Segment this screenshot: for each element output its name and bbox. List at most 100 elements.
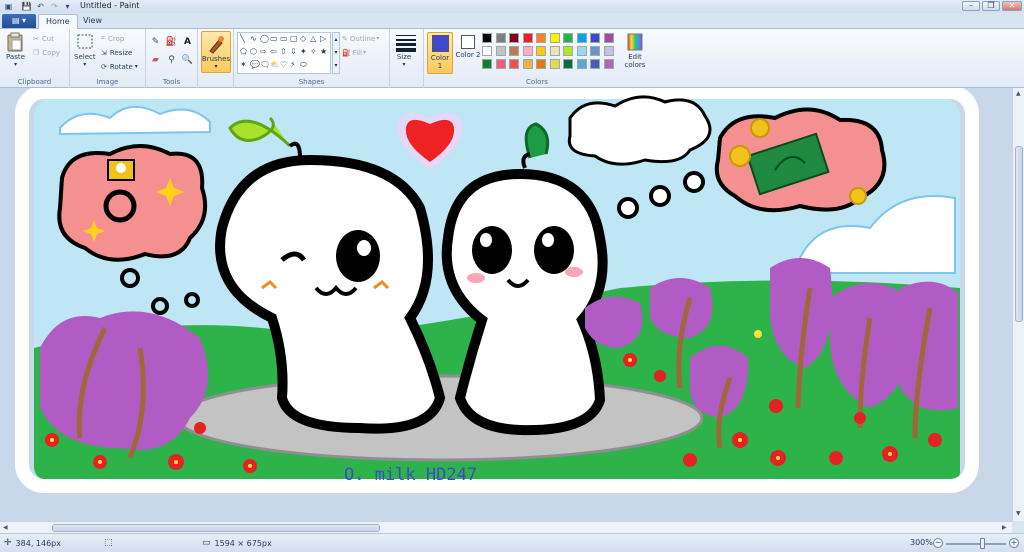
shape-option-icon[interactable]: ★ [320,47,327,56]
outline-button[interactable]: ✎ Outline ▾ [342,33,379,44]
palette-swatch[interactable] [509,46,519,56]
shape-option-icon[interactable]: ⇧ [280,47,287,56]
shape-option-icon[interactable]: ⇩ [290,47,297,56]
zoom-slider-thumb[interactable] [980,538,985,549]
shape-option-icon[interactable]: ✧ [310,47,317,56]
palette-swatch[interactable] [482,33,492,43]
undo-icon[interactable]: ↶ [36,2,45,11]
palette-swatch[interactable] [576,33,587,43]
shape-option-icon[interactable]: 🗨 [260,60,270,69]
palette-swatch[interactable] [522,59,533,69]
scroll-right-icon[interactable]: ▶ [1002,524,1007,531]
palette-swatch[interactable] [563,46,573,56]
zoom-out-button[interactable]: − [933,538,943,548]
paste-button[interactable]: Paste ▾ [6,32,25,68]
palette-swatch[interactable] [495,59,506,69]
magnifier-icon[interactable]: 🔍 [181,54,194,67]
scroll-down-icon[interactable]: ▼ [1016,510,1021,517]
shape-option-icon[interactable]: ⇨ [260,47,267,56]
palette-swatch[interactable] [576,46,587,56]
resize-button[interactable]: ⇲ Resize [101,47,132,58]
palette-swatch[interactable] [509,59,519,69]
palette-swatch[interactable] [590,46,600,56]
shape-option-icon[interactable]: ∿ [250,34,257,43]
minimize-button[interactable]: – [962,1,980,11]
paste-dropdown-icon[interactable]: ▾ [14,61,17,68]
scroll-up-icon[interactable]: ▲ [1016,90,1021,97]
shape-option-icon[interactable]: ✶ [240,60,247,69]
tab-view[interactable]: View [76,14,109,29]
vertical-scrollbar[interactable]: ▲ ▼ [1012,88,1024,521]
shape-option-icon[interactable]: ⚡ [290,60,296,69]
paint-app-icon[interactable]: ▣ [4,2,13,11]
palette-swatch[interactable] [603,33,614,43]
select-button[interactable]: Select ▾ [74,32,96,68]
file-menu-button[interactable]: ▤ ▾ [2,14,36,28]
palette-swatch[interactable] [549,33,560,43]
copy-button[interactable]: ❐ Copy [33,47,60,58]
shape-option-icon[interactable]: ▭ [280,34,288,43]
select-dropdown-icon[interactable]: ▾ [83,61,86,68]
palette-swatch[interactable] [576,59,587,69]
palette-swatch[interactable] [482,59,492,69]
palette-swatch[interactable] [563,33,573,43]
shape-option-icon[interactable]: ♡ [280,60,287,69]
redo-icon[interactable]: ↷ [50,2,59,11]
quick-access-dropdown-icon[interactable]: ▾ [63,2,72,11]
shape-option-icon[interactable]: 💬 [250,60,260,69]
shape-option-icon[interactable]: ✦ [300,47,307,56]
palette-swatch[interactable] [482,46,492,56]
palette-swatch[interactable] [522,33,533,43]
palette-swatch[interactable] [495,46,506,56]
cut-button[interactable]: ✂ Cut [33,33,54,44]
palette-swatch[interactable] [563,59,573,69]
palette-swatch[interactable] [536,59,546,69]
zoom-slider-track[interactable] [946,543,1006,545]
palette-swatch[interactable] [509,33,519,43]
shape-option-icon[interactable]: ▭ [270,34,278,43]
save-icon[interactable]: 💾 [22,2,32,11]
edit-colors-button[interactable]: Edit colors [622,32,648,69]
palette-swatch[interactable] [603,59,614,69]
shape-option-icon[interactable]: △ [310,34,316,43]
horizontal-scrollbar[interactable]: ◀ ▶ [0,521,1012,533]
rotate-dropdown-icon[interactable]: ▾ [135,63,138,70]
shapes-gallery-scroll[interactable]: ▴ ▾ ▾ [332,32,340,74]
brushes-dropdown-icon[interactable]: ▾ [214,63,217,70]
crop-button[interactable]: ⌗ Crop [101,33,124,44]
palette-swatch[interactable] [549,46,560,56]
pencil-icon[interactable]: ✎ [149,36,162,49]
shape-option-icon[interactable]: ⛅ [270,60,280,69]
vertical-scroll-thumb[interactable] [1015,146,1023,322]
horizontal-scroll-thumb[interactable] [52,524,380,532]
rotate-button[interactable]: ⟳ Rotate ▾ [101,61,138,72]
palette-swatch[interactable] [590,59,600,69]
palette-swatch[interactable] [549,59,560,69]
palette-swatch[interactable] [536,46,546,56]
shape-option-icon[interactable]: ⬡ [250,47,257,56]
shape-option-icon[interactable]: ╲ [240,34,245,43]
shape-option-icon[interactable]: ⬭ [300,60,307,70]
canvas-workspace[interactable]: O. milk HD247 [0,88,1012,521]
palette-swatch[interactable] [522,46,533,56]
fill-icon[interactable]: ⛽ [165,36,178,49]
palette-swatch[interactable] [536,33,546,43]
shape-option-icon[interactable]: ▢ [290,34,298,43]
palette-swatch[interactable] [603,46,614,56]
fill-button[interactable]: ⛽ Fill ▾ [342,47,366,58]
shape-option-icon[interactable]: ⬠ [240,47,247,56]
drawing-canvas[interactable]: O. milk HD247 [0,88,1012,521]
eraser-icon[interactable]: ▰ [149,54,162,67]
palette-swatch[interactable] [590,33,600,43]
zoom-in-button[interactable]: + [1009,538,1019,548]
tab-home[interactable]: Home [38,14,78,29]
shape-option-icon[interactable]: ◇ [300,34,306,43]
scroll-left-icon[interactable]: ◀ [3,524,8,531]
shape-option-icon[interactable]: ◯ [260,34,269,43]
color1-button[interactable]: Color 1 [427,32,453,74]
maximize-button[interactable]: ❐ [982,1,1000,11]
color2-button[interactable]: Color 2 [455,32,481,72]
color-picker-icon[interactable]: ⚲ [165,54,178,67]
shape-option-icon[interactable]: ⇦ [270,47,277,56]
close-button[interactable]: ✕ [1002,1,1022,11]
